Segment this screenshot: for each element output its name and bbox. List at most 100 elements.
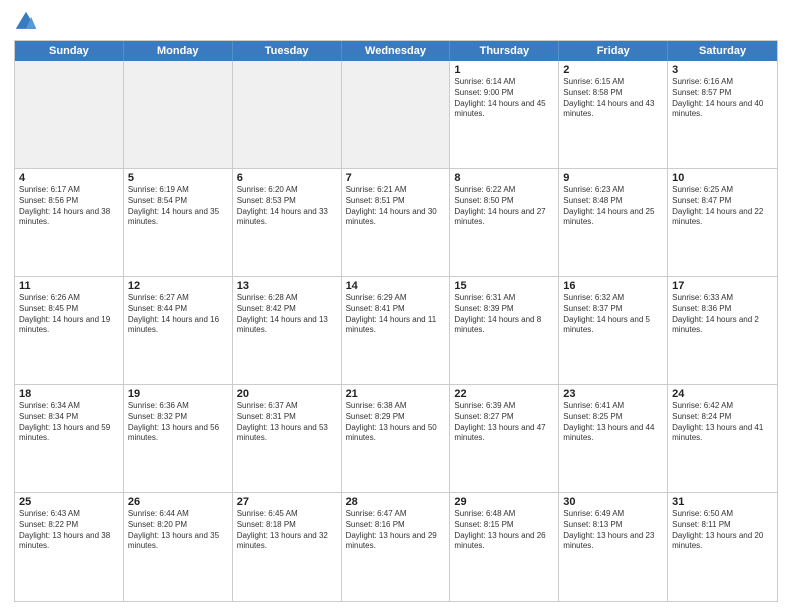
- cell-info: Sunrise: 6:48 AM Sunset: 8:15 PM Dayligh…: [454, 509, 554, 552]
- cell-info: Sunrise: 6:14 AM Sunset: 9:00 PM Dayligh…: [454, 77, 554, 120]
- day-number: 14: [346, 280, 446, 292]
- header-day: Tuesday: [233, 41, 342, 61]
- cell-info: Sunrise: 6:17 AM Sunset: 8:56 PM Dayligh…: [19, 185, 119, 228]
- day-number: 8: [454, 172, 554, 184]
- cell-info: Sunrise: 6:31 AM Sunset: 8:39 PM Dayligh…: [454, 293, 554, 336]
- calendar-cell: 30Sunrise: 6:49 AM Sunset: 8:13 PM Dayli…: [559, 493, 668, 601]
- calendar-header: SundayMondayTuesdayWednesdayThursdayFrid…: [15, 41, 777, 61]
- calendar-row: 25Sunrise: 6:43 AM Sunset: 8:22 PM Dayli…: [15, 493, 777, 601]
- calendar-cell: [342, 61, 451, 168]
- calendar-cell: 11Sunrise: 6:26 AM Sunset: 8:45 PM Dayli…: [15, 277, 124, 384]
- calendar-body: 1Sunrise: 6:14 AM Sunset: 9:00 PM Daylig…: [15, 61, 777, 601]
- logo-icon: [14, 10, 38, 34]
- cell-info: Sunrise: 6:33 AM Sunset: 8:36 PM Dayligh…: [672, 293, 773, 336]
- header: [14, 10, 778, 34]
- day-number: 18: [19, 388, 119, 400]
- cell-info: Sunrise: 6:44 AM Sunset: 8:20 PM Dayligh…: [128, 509, 228, 552]
- cell-info: Sunrise: 6:43 AM Sunset: 8:22 PM Dayligh…: [19, 509, 119, 552]
- calendar-cell: 25Sunrise: 6:43 AM Sunset: 8:22 PM Dayli…: [15, 493, 124, 601]
- cell-info: Sunrise: 6:25 AM Sunset: 8:47 PM Dayligh…: [672, 185, 773, 228]
- calendar-cell: 5Sunrise: 6:19 AM Sunset: 8:54 PM Daylig…: [124, 169, 233, 276]
- day-number: 7: [346, 172, 446, 184]
- header-day: Sunday: [15, 41, 124, 61]
- header-day: Wednesday: [342, 41, 451, 61]
- calendar-row: 1Sunrise: 6:14 AM Sunset: 9:00 PM Daylig…: [15, 61, 777, 169]
- day-number: 3: [672, 64, 773, 76]
- calendar-cell: [124, 61, 233, 168]
- calendar-cell: 27Sunrise: 6:45 AM Sunset: 8:18 PM Dayli…: [233, 493, 342, 601]
- calendar-cell: 9Sunrise: 6:23 AM Sunset: 8:48 PM Daylig…: [559, 169, 668, 276]
- day-number: 1: [454, 64, 554, 76]
- calendar-cell: 3Sunrise: 6:16 AM Sunset: 8:57 PM Daylig…: [668, 61, 777, 168]
- cell-info: Sunrise: 6:37 AM Sunset: 8:31 PM Dayligh…: [237, 401, 337, 444]
- day-number: 11: [19, 280, 119, 292]
- calendar-cell: [15, 61, 124, 168]
- calendar-cell: 31Sunrise: 6:50 AM Sunset: 8:11 PM Dayli…: [668, 493, 777, 601]
- calendar-cell: 22Sunrise: 6:39 AM Sunset: 8:27 PM Dayli…: [450, 385, 559, 492]
- calendar-cell: 2Sunrise: 6:15 AM Sunset: 8:58 PM Daylig…: [559, 61, 668, 168]
- calendar-cell: 20Sunrise: 6:37 AM Sunset: 8:31 PM Dayli…: [233, 385, 342, 492]
- cell-info: Sunrise: 6:50 AM Sunset: 8:11 PM Dayligh…: [672, 509, 773, 552]
- cell-info: Sunrise: 6:32 AM Sunset: 8:37 PM Dayligh…: [563, 293, 663, 336]
- calendar-cell: 26Sunrise: 6:44 AM Sunset: 8:20 PM Dayli…: [124, 493, 233, 601]
- cell-info: Sunrise: 6:16 AM Sunset: 8:57 PM Dayligh…: [672, 77, 773, 120]
- cell-info: Sunrise: 6:38 AM Sunset: 8:29 PM Dayligh…: [346, 401, 446, 444]
- cell-info: Sunrise: 6:23 AM Sunset: 8:48 PM Dayligh…: [563, 185, 663, 228]
- day-number: 6: [237, 172, 337, 184]
- cell-info: Sunrise: 6:26 AM Sunset: 8:45 PM Dayligh…: [19, 293, 119, 336]
- calendar-cell: 8Sunrise: 6:22 AM Sunset: 8:50 PM Daylig…: [450, 169, 559, 276]
- day-number: 19: [128, 388, 228, 400]
- calendar-cell: 24Sunrise: 6:42 AM Sunset: 8:24 PM Dayli…: [668, 385, 777, 492]
- calendar-cell: 14Sunrise: 6:29 AM Sunset: 8:41 PM Dayli…: [342, 277, 451, 384]
- logo: [14, 10, 42, 34]
- calendar-cell: 7Sunrise: 6:21 AM Sunset: 8:51 PM Daylig…: [342, 169, 451, 276]
- calendar-cell: 13Sunrise: 6:28 AM Sunset: 8:42 PM Dayli…: [233, 277, 342, 384]
- calendar-cell: 4Sunrise: 6:17 AM Sunset: 8:56 PM Daylig…: [15, 169, 124, 276]
- calendar-cell: 10Sunrise: 6:25 AM Sunset: 8:47 PM Dayli…: [668, 169, 777, 276]
- calendar-cell: 1Sunrise: 6:14 AM Sunset: 9:00 PM Daylig…: [450, 61, 559, 168]
- day-number: 26: [128, 496, 228, 508]
- calendar-cell: 23Sunrise: 6:41 AM Sunset: 8:25 PM Dayli…: [559, 385, 668, 492]
- calendar: SundayMondayTuesdayWednesdayThursdayFrid…: [14, 40, 778, 602]
- cell-info: Sunrise: 6:42 AM Sunset: 8:24 PM Dayligh…: [672, 401, 773, 444]
- calendar-cell: [233, 61, 342, 168]
- cell-info: Sunrise: 6:29 AM Sunset: 8:41 PM Dayligh…: [346, 293, 446, 336]
- calendar-cell: 21Sunrise: 6:38 AM Sunset: 8:29 PM Dayli…: [342, 385, 451, 492]
- day-number: 28: [346, 496, 446, 508]
- header-day: Saturday: [668, 41, 777, 61]
- day-number: 12: [128, 280, 228, 292]
- calendar-row: 18Sunrise: 6:34 AM Sunset: 8:34 PM Dayli…: [15, 385, 777, 493]
- day-number: 16: [563, 280, 663, 292]
- header-day: Monday: [124, 41, 233, 61]
- cell-info: Sunrise: 6:15 AM Sunset: 8:58 PM Dayligh…: [563, 77, 663, 120]
- calendar-cell: 29Sunrise: 6:48 AM Sunset: 8:15 PM Dayli…: [450, 493, 559, 601]
- calendar-cell: 15Sunrise: 6:31 AM Sunset: 8:39 PM Dayli…: [450, 277, 559, 384]
- cell-info: Sunrise: 6:22 AM Sunset: 8:50 PM Dayligh…: [454, 185, 554, 228]
- cell-info: Sunrise: 6:19 AM Sunset: 8:54 PM Dayligh…: [128, 185, 228, 228]
- calendar-row: 4Sunrise: 6:17 AM Sunset: 8:56 PM Daylig…: [15, 169, 777, 277]
- day-number: 13: [237, 280, 337, 292]
- day-number: 20: [237, 388, 337, 400]
- cell-info: Sunrise: 6:49 AM Sunset: 8:13 PM Dayligh…: [563, 509, 663, 552]
- cell-info: Sunrise: 6:28 AM Sunset: 8:42 PM Dayligh…: [237, 293, 337, 336]
- page: SundayMondayTuesdayWednesdayThursdayFrid…: [0, 0, 792, 612]
- cell-info: Sunrise: 6:45 AM Sunset: 8:18 PM Dayligh…: [237, 509, 337, 552]
- calendar-cell: 18Sunrise: 6:34 AM Sunset: 8:34 PM Dayli…: [15, 385, 124, 492]
- cell-info: Sunrise: 6:39 AM Sunset: 8:27 PM Dayligh…: [454, 401, 554, 444]
- calendar-cell: 19Sunrise: 6:36 AM Sunset: 8:32 PM Dayli…: [124, 385, 233, 492]
- calendar-cell: 16Sunrise: 6:32 AM Sunset: 8:37 PM Dayli…: [559, 277, 668, 384]
- day-number: 29: [454, 496, 554, 508]
- calendar-row: 11Sunrise: 6:26 AM Sunset: 8:45 PM Dayli…: [15, 277, 777, 385]
- cell-info: Sunrise: 6:41 AM Sunset: 8:25 PM Dayligh…: [563, 401, 663, 444]
- calendar-cell: 6Sunrise: 6:20 AM Sunset: 8:53 PM Daylig…: [233, 169, 342, 276]
- calendar-cell: 17Sunrise: 6:33 AM Sunset: 8:36 PM Dayli…: [668, 277, 777, 384]
- day-number: 23: [563, 388, 663, 400]
- day-number: 2: [563, 64, 663, 76]
- cell-info: Sunrise: 6:34 AM Sunset: 8:34 PM Dayligh…: [19, 401, 119, 444]
- cell-info: Sunrise: 6:20 AM Sunset: 8:53 PM Dayligh…: [237, 185, 337, 228]
- day-number: 4: [19, 172, 119, 184]
- day-number: 15: [454, 280, 554, 292]
- calendar-cell: 28Sunrise: 6:47 AM Sunset: 8:16 PM Dayli…: [342, 493, 451, 601]
- cell-info: Sunrise: 6:47 AM Sunset: 8:16 PM Dayligh…: [346, 509, 446, 552]
- day-number: 21: [346, 388, 446, 400]
